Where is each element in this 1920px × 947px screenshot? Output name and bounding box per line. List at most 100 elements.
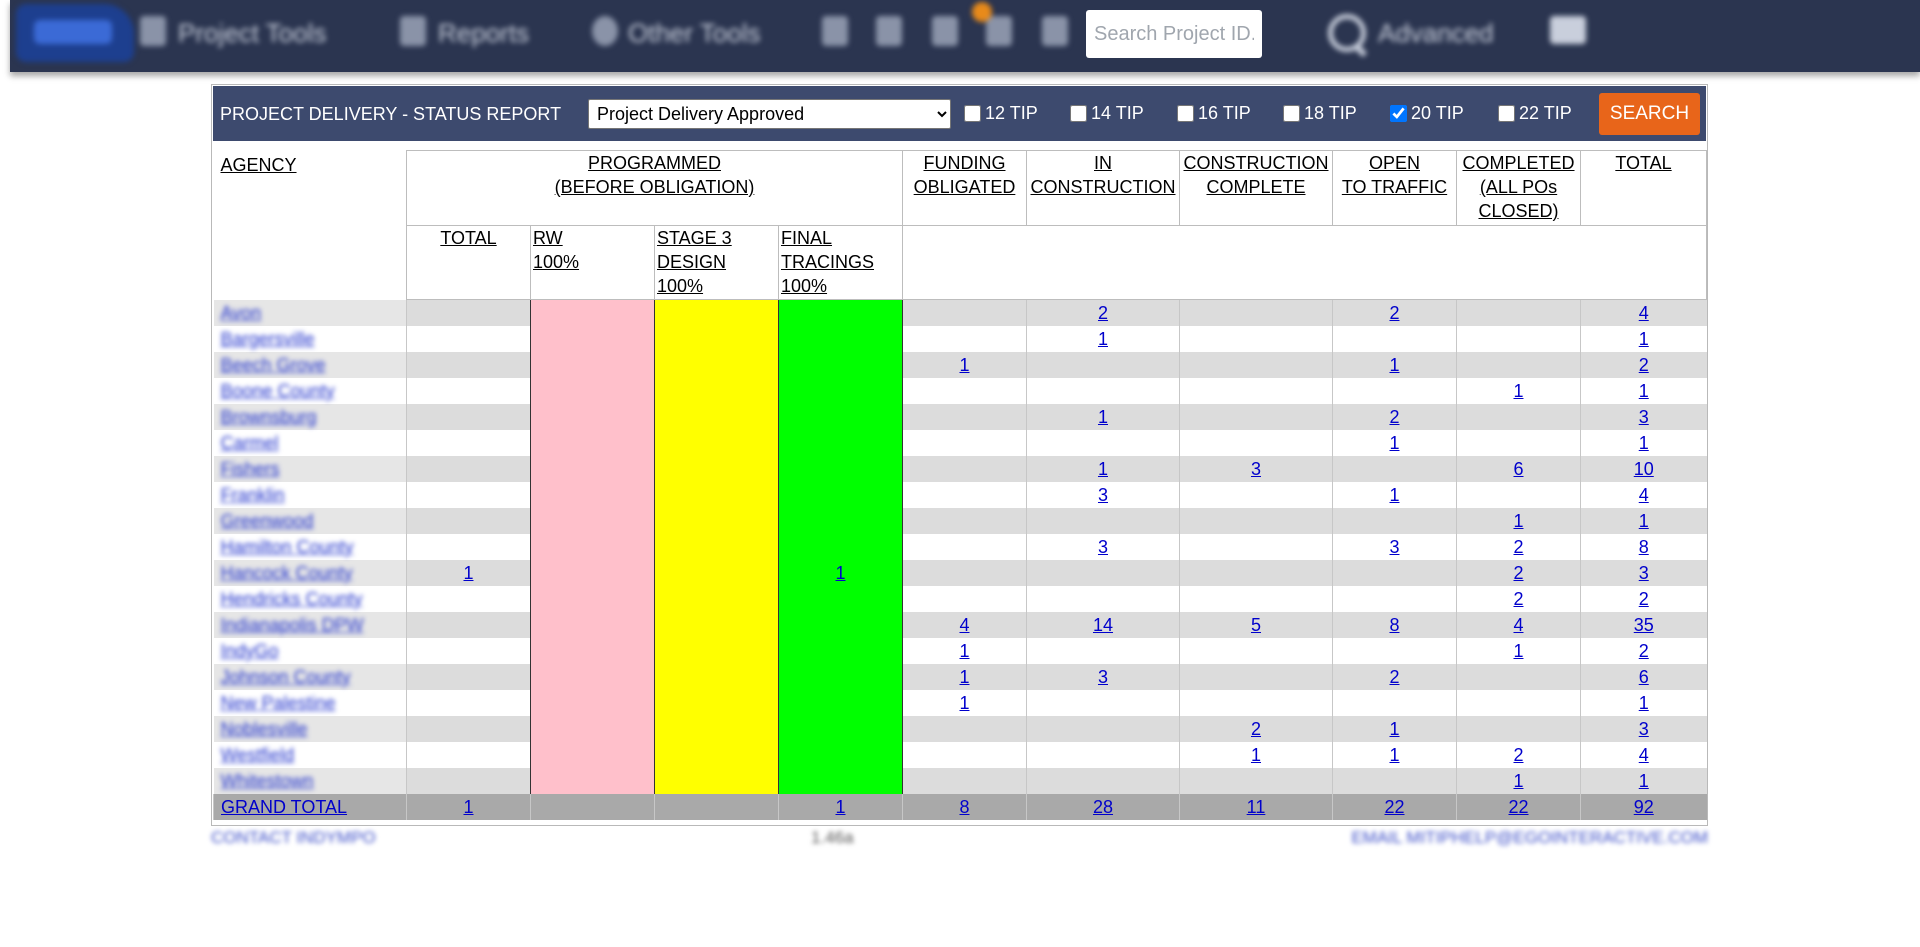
agency-cell[interactable]: Carmel	[213, 430, 407, 456]
tip-18-checkbox[interactable]: 18 TIP	[1283, 103, 1357, 124]
constr-complete-cell[interactable]: 1	[1179, 742, 1333, 768]
in-constr-count-link[interactable]: 1	[1098, 459, 1108, 479]
open-cell[interactable]: 3	[1332, 534, 1457, 560]
final-cell[interactable]: 1	[778, 794, 903, 820]
constr-complete-cell[interactable]: 11	[1179, 794, 1333, 820]
tip-16-checkbox[interactable]: 16 TIP	[1177, 103, 1251, 124]
rw-header[interactable]: RW 100%	[530, 225, 655, 300]
notifications-icon[interactable]	[822, 16, 848, 46]
stage3-design-header[interactable]: STAGE 3 DESIGN 100%	[654, 225, 779, 300]
prog-total-count-link[interactable]: 1	[463, 797, 473, 817]
total-cell[interactable]: 3	[1580, 716, 1707, 742]
total-count-link[interactable]: 1	[1639, 511, 1649, 531]
total-cell[interactable]: 1	[1580, 768, 1707, 794]
completed-count-link[interactable]: 22	[1508, 797, 1528, 817]
completed-count-link[interactable]: 1	[1513, 771, 1523, 791]
agency-cell[interactable]: Indianapolis DPW	[213, 612, 407, 638]
in-constr-cell[interactable]: 3	[1026, 534, 1180, 560]
final-count-link[interactable]: 1	[835, 797, 845, 817]
tip-12-checkbox[interactable]: 12 TIP	[964, 103, 1038, 124]
open-count-link[interactable]: 1	[1389, 745, 1399, 765]
status-dropdown[interactable]: Project Delivery Approved	[588, 99, 951, 129]
agency-link[interactable]: Boone County	[221, 381, 335, 401]
total-cell[interactable]: 1	[1580, 378, 1707, 404]
tip-20-checkbox[interactable]: 20 TIP	[1390, 103, 1464, 124]
in-constr-cell[interactable]: 1	[1026, 404, 1180, 430]
grand-total-link[interactable]: GRAND TOTAL	[221, 797, 347, 817]
completed-count-link[interactable]: 4	[1513, 615, 1523, 635]
agency-cell[interactable]: Johnson County	[213, 664, 407, 690]
tip-20-check[interactable]	[1390, 105, 1407, 122]
user-icon[interactable]	[1042, 16, 1068, 46]
open-cell[interactable]: 2	[1332, 664, 1457, 690]
tip-22-checkbox[interactable]: 22 TIP	[1498, 103, 1572, 124]
agency-cell[interactable]: Hamilton County	[213, 534, 407, 560]
constr-complete-count-link[interactable]: 3	[1251, 459, 1261, 479]
agency-cell[interactable]: Hendricks County	[213, 586, 407, 612]
completed-count-link[interactable]: 1	[1513, 511, 1523, 531]
total-count-link[interactable]: 1	[1639, 693, 1649, 713]
prog-total-cell[interactable]: 1	[406, 560, 531, 586]
open-count-link[interactable]: 3	[1389, 537, 1399, 557]
messages-icon[interactable]	[986, 16, 1012, 46]
in-constr-count-link[interactable]: 1	[1098, 329, 1108, 349]
completed-cell[interactable]: 1	[1456, 638, 1581, 664]
completed-count-link[interactable]: 1	[1513, 381, 1523, 401]
total-cell[interactable]: 4	[1580, 482, 1707, 508]
constr-complete-count-link[interactable]: 5	[1251, 615, 1261, 635]
in-constr-count-link[interactable]: 28	[1093, 797, 1113, 817]
agency-cell[interactable]: IndyGo	[213, 638, 407, 664]
total-count-link[interactable]: 3	[1639, 563, 1649, 583]
agency-link[interactable]: Beech Grove	[221, 355, 326, 375]
tip-14-check[interactable]	[1070, 105, 1087, 122]
completed-count-link[interactable]: 1	[1513, 641, 1523, 661]
in-constr-count-link[interactable]: 1	[1098, 407, 1108, 427]
agency-cell[interactable]: Hancock County	[213, 560, 407, 586]
total-count-link[interactable]: 1	[1639, 771, 1649, 791]
completed-cell[interactable]: 4	[1456, 612, 1581, 638]
total-cell[interactable]: 2	[1580, 586, 1707, 612]
funding-cell[interactable]: 1	[902, 352, 1027, 378]
total-header[interactable]: TOTAL	[1580, 150, 1707, 226]
completed-cell[interactable]: 1	[1456, 768, 1581, 794]
in-constr-cell[interactable]: 14	[1026, 612, 1180, 638]
open-count-link[interactable]: 1	[1389, 355, 1399, 375]
funding-cell[interactable]: 4	[902, 612, 1027, 638]
agency-link[interactable]: Whitestown	[221, 771, 314, 791]
total-count-link[interactable]: 10	[1634, 459, 1654, 479]
agency-link[interactable]: IndyGo	[221, 641, 279, 661]
in-construction-header[interactable]: IN CONSTRUCTION	[1026, 150, 1180, 226]
funding-count-link[interactable]: 1	[959, 693, 969, 713]
final-cell[interactable]: 1	[778, 560, 903, 586]
agency-link[interactable]: Brownsburg	[221, 407, 317, 427]
open-count-link[interactable]: 1	[1389, 719, 1399, 739]
open-cell[interactable]: 1	[1332, 716, 1457, 742]
open-count-link[interactable]: 8	[1389, 615, 1399, 635]
completed-count-link[interactable]: 2	[1513, 589, 1523, 609]
tip-16-check[interactable]	[1177, 105, 1194, 122]
agency-cell[interactable]: Brownsburg	[213, 404, 407, 430]
constr-complete-count-link[interactable]: 11	[1247, 797, 1266, 817]
funding-obligated-header[interactable]: FUNDING OBLIGATED	[902, 150, 1027, 226]
agency-cell[interactable]: Westfield	[213, 742, 407, 768]
total-cell[interactable]: 1	[1580, 508, 1707, 534]
agency-cell[interactable]: Franklin	[213, 482, 407, 508]
camera-icon[interactable]	[876, 16, 902, 46]
agency-cell[interactable]: Noblesville	[213, 716, 407, 742]
nav-project-tools[interactable]: Project Tools	[178, 18, 326, 49]
completed-count-link[interactable]: 2	[1513, 537, 1523, 557]
open-cell[interactable]: 1	[1332, 352, 1457, 378]
total-cell[interactable]: 4	[1580, 742, 1707, 768]
total-count-link[interactable]: 2	[1639, 355, 1649, 375]
in-constr-count-link[interactable]: 14	[1093, 615, 1113, 635]
agency-link[interactable]: Fishers	[221, 459, 280, 479]
in-constr-cell[interactable]: 1	[1026, 326, 1180, 352]
open-cell[interactable]: 1	[1332, 482, 1457, 508]
total-cell[interactable]: 2	[1580, 352, 1707, 378]
tip-18-check[interactable]	[1283, 105, 1300, 122]
completed-cell[interactable]: 1	[1456, 508, 1581, 534]
completed-cell[interactable]: 2	[1456, 560, 1581, 586]
agency-link[interactable]: Franklin	[221, 485, 285, 505]
in-constr-cell[interactable]: 3	[1026, 664, 1180, 690]
flag-icon[interactable]	[932, 16, 958, 46]
